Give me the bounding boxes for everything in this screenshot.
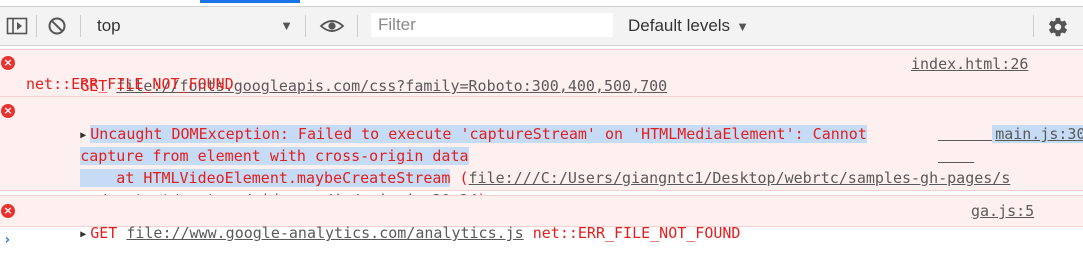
dropdown-arrow-icon: ▼ (280, 18, 293, 33)
log-levels-dropdown[interactable]: Default levels ▼ (628, 16, 749, 36)
source-link[interactable]: index.html:26 (911, 53, 1028, 75)
error-text: net::ERR_FILE_NOT_FOUND (532, 224, 741, 242)
context-selector[interactable]: top ▼ (97, 16, 297, 36)
toolbar-divider (80, 15, 81, 37)
request-method: GET (90, 224, 118, 242)
toolbar-divider (36, 15, 37, 37)
toolbar-divider (357, 15, 358, 37)
dropdown-arrow-icon: ▼ (736, 19, 749, 34)
sidebar-toggle-icon[interactable] (6, 16, 28, 36)
active-tab-indicator (200, 0, 300, 3)
source-link[interactable]: main.js:30 (938, 101, 1083, 167)
toolbar-divider (1033, 15, 1034, 37)
stack-file-link[interactable]: file:///C:/Users/giangntc1/Desktop/webrt… (469, 169, 1011, 187)
message-line: ▶ GET file://www.google-analytics.com/ana… (26, 200, 740, 269)
source-link[interactable]: ga.js:5 (971, 200, 1034, 222)
console-toolbar: top ▼ Default levels ▼ (0, 6, 1083, 46)
error-text: net::ERR_FILE_NOT_FOUND (26, 75, 234, 93)
toolbar-divider (305, 15, 306, 37)
eye-icon[interactable] (319, 16, 345, 36)
console-error-row: × ▶ GET file://www.google-analytics.com/a… (0, 195, 1083, 242)
expand-triangle-icon[interactable]: ▶ (80, 229, 86, 240)
error-icon: × (1, 56, 15, 70)
filter-input[interactable] (371, 13, 613, 37)
request-url-link[interactable]: file://www.google-analytics.com/analytic… (126, 224, 523, 242)
console-error-row: × GET file://fonts.googleapis.com/css?fa… (0, 49, 1083, 97)
clear-console-icon[interactable] (46, 16, 68, 36)
settings-gear-icon[interactable] (1047, 16, 1069, 37)
panel-top-border (0, 0, 1083, 5)
log-levels-label: Default levels (628, 16, 731, 35)
context-label: top (97, 16, 121, 35)
console-error-row: × ▶ Uncaught DOMException: Failed to exec… (0, 96, 1083, 209)
error-icon: × (1, 204, 15, 218)
error-icon: × (1, 104, 15, 118)
source-link-text: main.js:30 (992, 125, 1083, 143)
console-prompt-icon[interactable]: › (3, 232, 11, 248)
